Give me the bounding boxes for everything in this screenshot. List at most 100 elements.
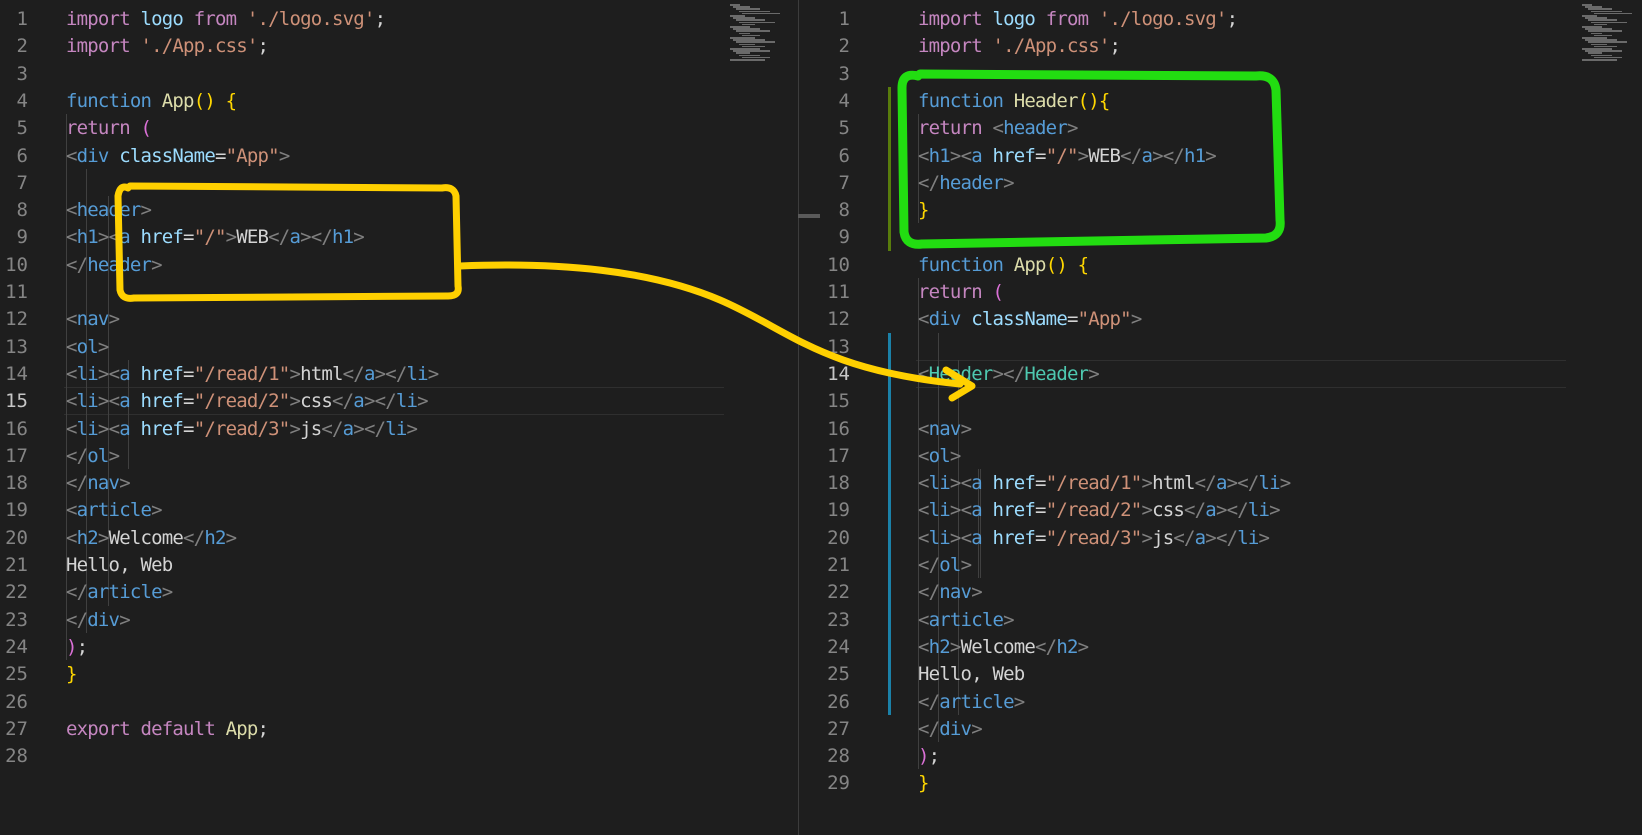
line-number: 8: [838, 199, 850, 222]
line-number: 4: [838, 89, 850, 112]
line-number: 25: [827, 663, 850, 686]
line-number: 24: [5, 635, 28, 658]
line-number: 10: [5, 253, 28, 276]
line-number: 9: [838, 226, 850, 249]
line-number: 1: [16, 8, 28, 30]
line-number: 22: [827, 581, 850, 604]
code-line[interactable]: <h1><a href="/">WEB</a></h1>: [918, 142, 1217, 171]
code-line[interactable]: <h2>Welcome</h2>: [66, 524, 237, 553]
right-editor[interactable]: 1 import logo from './logo.svg'; 2 import '…: [822, 0, 1642, 835]
line-number: 1: [838, 8, 850, 30]
code-line[interactable]: export default App;: [66, 715, 269, 744]
splitter-line: [798, 0, 799, 835]
code-line[interactable]: import logo from './logo.svg';: [66, 5, 386, 34]
code-line[interactable]: <li><a href="/read/2">css</a></li>: [66, 387, 429, 416]
line-number: 20: [827, 526, 850, 549]
code-line[interactable]: <Header></Header>: [918, 360, 1100, 389]
line-number: 13: [827, 335, 850, 358]
code-line[interactable]: </header>: [918, 169, 1015, 198]
code-line[interactable]: return (: [918, 278, 1004, 307]
code-line[interactable]: );: [918, 742, 940, 771]
code-line[interactable]: }: [918, 769, 929, 798]
code-line[interactable]: return (: [66, 114, 152, 143]
code-line[interactable]: return <header>: [918, 114, 1078, 143]
code-line[interactable]: <nav>: [66, 305, 120, 334]
line-number: 6: [16, 144, 28, 167]
line-number: 8: [16, 199, 28, 222]
code-line[interactable]: <li><a href="/read/1">html</a></li>: [66, 360, 439, 389]
code-line[interactable]: </article>: [66, 578, 173, 607]
code-line[interactable]: <ol>: [66, 333, 109, 362]
line-number: 17: [827, 444, 850, 467]
code-line[interactable]: import './App.css';: [918, 32, 1121, 61]
code-line[interactable]: <ol>: [918, 442, 961, 471]
line-number: 14: [827, 362, 850, 385]
line-number: 5: [16, 117, 28, 140]
line-number: 24: [827, 635, 850, 658]
line-number: 27: [827, 717, 850, 740]
code-line[interactable]: function App() {: [66, 87, 237, 116]
code-line[interactable]: );: [66, 633, 88, 662]
code-line[interactable]: import './App.css';: [66, 32, 269, 61]
line-number: 20: [5, 526, 28, 549]
scrollbar-thumb[interactable]: [798, 214, 820, 218]
line-number: 9: [16, 226, 28, 249]
code-line[interactable]: </div>: [66, 606, 131, 635]
left-editor[interactable]: 1 import logo from './logo.svg'; 2 import '…: [0, 0, 798, 835]
git-change-marker[interactable]: [888, 332, 891, 715]
code-line[interactable]: }: [66, 660, 77, 689]
code-line[interactable]: <nav>: [918, 415, 972, 444]
line-number: 10: [827, 253, 850, 276]
code-line[interactable]: <li><a href="/read/2">css</a></li>: [918, 496, 1281, 525]
code-line[interactable]: }: [918, 196, 929, 225]
line-number: 17: [5, 444, 28, 467]
code-line[interactable]: <h1><a href="/">WEB</a></h1>: [66, 223, 365, 252]
line-number: 2: [16, 35, 28, 58]
line-number: 18: [827, 472, 850, 495]
code-line[interactable]: <header>: [66, 196, 152, 225]
line-number: 2: [838, 35, 850, 58]
code-line[interactable]: </ol>: [66, 442, 120, 471]
line-number: 21: [827, 554, 850, 576]
code-line[interactable]: <li><a href="/read/1">html</a></li>: [918, 469, 1291, 498]
line-number: 19: [827, 499, 850, 522]
code-line[interactable]: </nav>: [918, 578, 983, 607]
line-number: 26: [827, 690, 850, 713]
code-line[interactable]: <h2>Welcome</h2>: [918, 633, 1089, 662]
line-number: 4: [16, 89, 28, 112]
code-line[interactable]: function Header(){: [918, 87, 1110, 116]
git-change-marker[interactable]: [888, 86, 891, 251]
code-line[interactable]: <li><a href="/read/3">js</a></li>: [918, 524, 1270, 553]
code-line[interactable]: </div>: [918, 715, 983, 744]
line-number: 26: [5, 690, 28, 713]
minimap[interactable]: [1582, 4, 1632, 64]
code-line[interactable]: <div className="App">: [918, 305, 1142, 334]
line-number: 25: [5, 663, 28, 686]
line-number: 12: [827, 308, 850, 331]
line-number: 7: [16, 171, 28, 194]
line-number: 23: [5, 608, 28, 631]
line-number: 21: [5, 554, 28, 576]
code-line[interactable]: <li><a href="/read/3">js</a></li>: [66, 415, 418, 444]
code-line[interactable]: <article>: [66, 496, 163, 525]
line-number: 19: [5, 499, 28, 522]
code-line[interactable]: Hello, Web: [66, 551, 173, 580]
code-line[interactable]: <div className="App">: [66, 142, 290, 171]
line-number: 28: [827, 745, 850, 768]
code-line[interactable]: <article>: [918, 606, 1015, 635]
code-line[interactable]: </article>: [918, 688, 1025, 717]
line-number: 3: [838, 62, 850, 85]
code-line[interactable]: Hello, Web: [918, 660, 1025, 689]
code-line[interactable]: </nav>: [66, 469, 131, 498]
code-line[interactable]: </ol>: [918, 551, 972, 580]
line-number: 23: [827, 608, 850, 631]
minimap[interactable]: [730, 4, 780, 64]
line-number: 13: [5, 335, 28, 358]
line-number: 15: [827, 390, 850, 413]
editor-splitter[interactable]: [798, 0, 822, 835]
code-line[interactable]: import logo from './logo.svg';: [918, 5, 1238, 34]
line-number: 27: [5, 717, 28, 740]
line-number: 5: [838, 117, 850, 140]
code-line[interactable]: </header>: [66, 251, 163, 280]
code-line[interactable]: function App() {: [918, 251, 1089, 280]
